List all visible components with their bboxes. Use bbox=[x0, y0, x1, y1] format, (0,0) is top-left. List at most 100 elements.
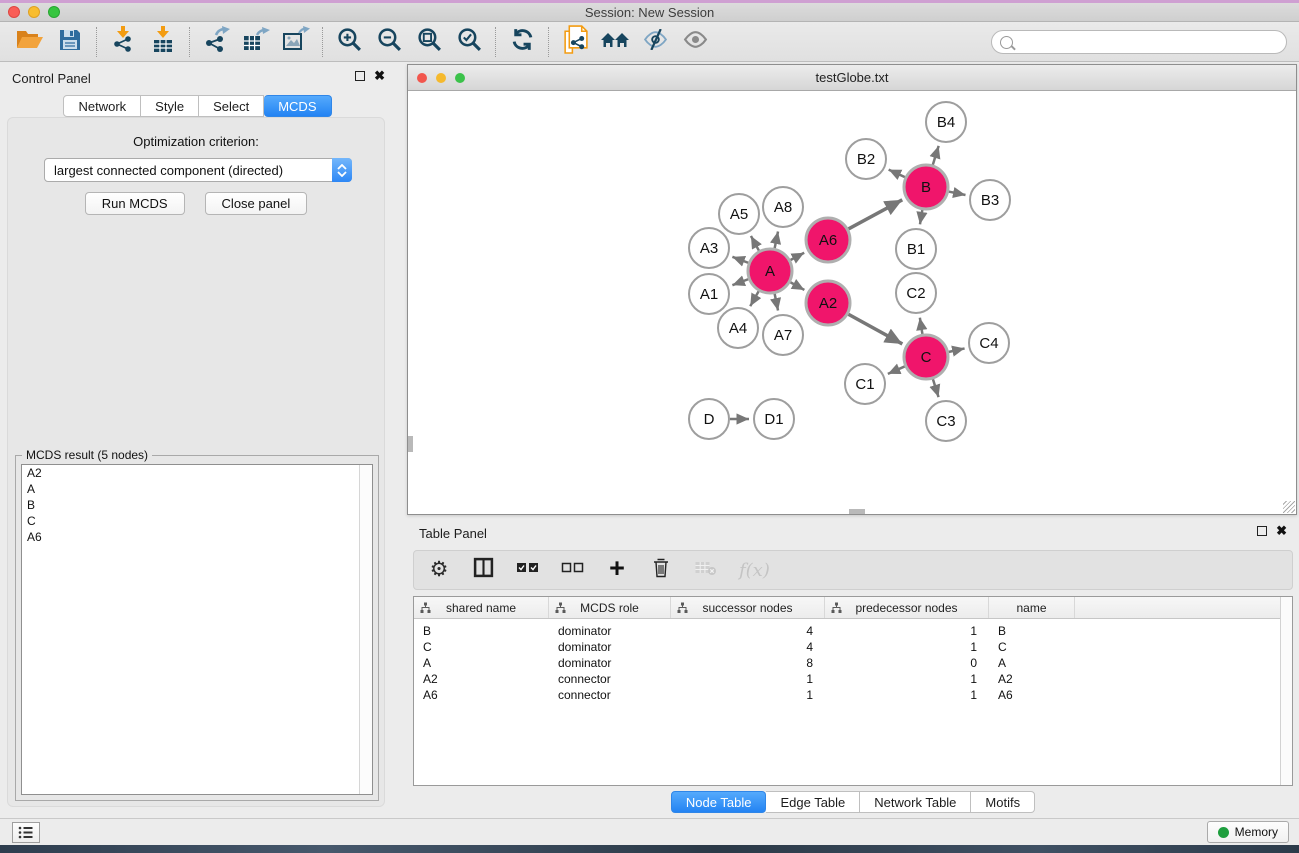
graph-edge-A6-B[interactable] bbox=[848, 200, 902, 229]
column-header-successor-nodes[interactable]: successor nodes bbox=[671, 597, 825, 618]
graph-node-B2[interactable]: B2 bbox=[846, 139, 886, 179]
select-all-button[interactable] bbox=[516, 556, 539, 584]
result-item-A[interactable]: A bbox=[22, 481, 372, 497]
graph-node-B1[interactable]: B1 bbox=[896, 229, 936, 269]
graph-node-C4[interactable]: C4 bbox=[969, 323, 1009, 363]
column-header-shared-name[interactable]: shared name bbox=[414, 597, 549, 618]
graph-node-B[interactable]: B bbox=[904, 165, 948, 209]
graph-node-B3[interactable]: B3 bbox=[970, 180, 1010, 220]
tab-edge-table[interactable]: Edge Table bbox=[766, 791, 860, 813]
float-panel-icon[interactable] bbox=[355, 71, 365, 81]
graph-edge-C-C1[interactable] bbox=[888, 366, 905, 374]
graph-edge-B-B3[interactable] bbox=[949, 192, 966, 195]
graph-edge-A-A4[interactable] bbox=[750, 291, 759, 306]
graph-node-C[interactable]: C bbox=[904, 335, 948, 379]
close-panel-button[interactable]: Close panel bbox=[205, 192, 308, 215]
add-button[interactable]: + bbox=[606, 556, 628, 584]
graph-edge-A-A8[interactable] bbox=[775, 231, 778, 248]
show-graphics-details-button[interactable] bbox=[675, 24, 715, 60]
tab-node-table[interactable]: Node Table bbox=[671, 791, 767, 813]
deselect-all-button[interactable] bbox=[561, 556, 584, 584]
hide-graphics-button[interactable] bbox=[635, 24, 675, 60]
graph-edge-B-B4[interactable] bbox=[933, 146, 939, 165]
graph-edge-A-A1[interactable] bbox=[732, 279, 748, 285]
graph-edge-B-B2[interactable] bbox=[889, 170, 906, 178]
export-network-button[interactable] bbox=[196, 24, 236, 60]
network-file-button[interactable] bbox=[555, 24, 595, 60]
graph-node-A8[interactable]: A8 bbox=[763, 187, 803, 227]
import-network-button[interactable] bbox=[103, 24, 143, 60]
result-item-C[interactable]: C bbox=[22, 513, 372, 529]
graph-node-C1[interactable]: C1 bbox=[845, 364, 885, 404]
tab-select[interactable]: Select bbox=[199, 95, 264, 117]
export-image-button[interactable] bbox=[276, 24, 316, 60]
tab-network[interactable]: Network bbox=[63, 95, 141, 117]
save-button[interactable] bbox=[50, 24, 90, 60]
search-field[interactable] bbox=[991, 30, 1287, 54]
delete-button[interactable] bbox=[650, 556, 672, 584]
graph-node-A4[interactable]: A4 bbox=[718, 308, 758, 348]
column-header-predecessor-nodes[interactable]: predecessor nodes bbox=[825, 597, 989, 618]
table-row-B[interactable]: Bdominator41B bbox=[414, 623, 1292, 639]
graph-node-A7[interactable]: A7 bbox=[763, 315, 803, 355]
graph-node-C3[interactable]: C3 bbox=[926, 401, 966, 441]
graph-edge-B-B1[interactable] bbox=[920, 210, 922, 225]
graph-node-D1[interactable]: D1 bbox=[754, 399, 794, 439]
criterion-select[interactable]: largest connected component (directed) bbox=[44, 158, 352, 182]
graph-node-C2[interactable]: C2 bbox=[896, 273, 936, 313]
result-item-A2[interactable]: A2 bbox=[22, 465, 372, 481]
result-item-B[interactable]: B bbox=[22, 497, 372, 513]
graph-edge-A-A5[interactable] bbox=[751, 236, 759, 251]
memory-button[interactable]: Memory bbox=[1207, 821, 1289, 843]
home-button[interactable] bbox=[595, 24, 635, 60]
result-scrollbar[interactable] bbox=[359, 465, 372, 794]
tab-motifs[interactable]: Motifs bbox=[971, 791, 1035, 813]
graph-edge-C-C2[interactable] bbox=[920, 318, 923, 335]
network-canvas[interactable]: B4 B2 B B3 A8A5 A6 A3 B1 A C2 A1 A2 A4A7 C4 C C1 C3 D D1 bbox=[408, 91, 1296, 514]
graph-edge-A2-C[interactable] bbox=[848, 314, 902, 344]
column-header-MCDS-role[interactable]: MCDS role bbox=[549, 597, 671, 618]
open-button[interactable] bbox=[10, 24, 50, 60]
graph-node-A3[interactable]: A3 bbox=[689, 228, 729, 268]
search-input[interactable] bbox=[1018, 33, 1286, 51]
graph-edge-C-C3[interactable] bbox=[933, 379, 939, 397]
result-item-A6[interactable]: A6 bbox=[22, 529, 372, 545]
float-table-panel-icon[interactable] bbox=[1257, 526, 1267, 536]
graph-node-B4[interactable]: B4 bbox=[926, 102, 966, 142]
column-header-name[interactable]: name bbox=[989, 597, 1075, 618]
run-mcds-button[interactable]: Run MCDS bbox=[85, 192, 185, 215]
mcds-result-list[interactable]: A2ABCA6 bbox=[21, 464, 373, 795]
export-table-button[interactable] bbox=[236, 24, 276, 60]
table-row-A[interactable]: Adominator80A bbox=[414, 655, 1292, 671]
graph-edge-A-A7[interactable] bbox=[775, 294, 778, 311]
close-table-panel-icon[interactable]: ✖ bbox=[1276, 526, 1287, 536]
refresh-button[interactable] bbox=[502, 24, 542, 60]
tab-style[interactable]: Style bbox=[141, 95, 199, 117]
graph-edge-A-A2[interactable] bbox=[790, 282, 804, 290]
zoom-out-button[interactable] bbox=[369, 24, 409, 60]
tab-network-table[interactable]: Network Table bbox=[860, 791, 971, 813]
graph-edge-A-A3[interactable] bbox=[732, 257, 748, 263]
graph-node-A6[interactable]: A6 bbox=[806, 218, 850, 262]
table-row-A2[interactable]: A2connector11A2 bbox=[414, 671, 1292, 687]
table-scrollbar[interactable] bbox=[1280, 597, 1292, 785]
graph-edge-A-A6[interactable] bbox=[790, 253, 804, 260]
split-columns-button[interactable] bbox=[472, 556, 494, 584]
graph-node-A[interactable]: A bbox=[748, 249, 792, 293]
table-row-C[interactable]: Cdominator41C bbox=[414, 639, 1292, 655]
graph-edge-C-C4[interactable] bbox=[948, 348, 964, 352]
zoom-fit-content-button[interactable] bbox=[409, 24, 449, 60]
tab-mcds[interactable]: MCDS bbox=[264, 95, 331, 117]
graph-node-A2[interactable]: A2 bbox=[806, 281, 850, 325]
close-panel-icon[interactable]: ✖ bbox=[374, 71, 385, 81]
graph-node-A1[interactable]: A1 bbox=[689, 274, 729, 314]
gear-button[interactable]: ⚙ bbox=[428, 556, 450, 584]
zoom-in-button[interactable] bbox=[329, 24, 369, 60]
graph-node-A5[interactable]: A5 bbox=[719, 194, 759, 234]
import-table-button[interactable] bbox=[143, 24, 183, 60]
task-history-button[interactable] bbox=[12, 822, 40, 843]
graph-node-D[interactable]: D bbox=[689, 399, 729, 439]
table-row-A6[interactable]: A6connector11A6 bbox=[414, 687, 1292, 703]
zoom-selected-button[interactable] bbox=[449, 24, 489, 60]
network-window-titlebar[interactable]: testGlobe.txt bbox=[408, 65, 1296, 91]
